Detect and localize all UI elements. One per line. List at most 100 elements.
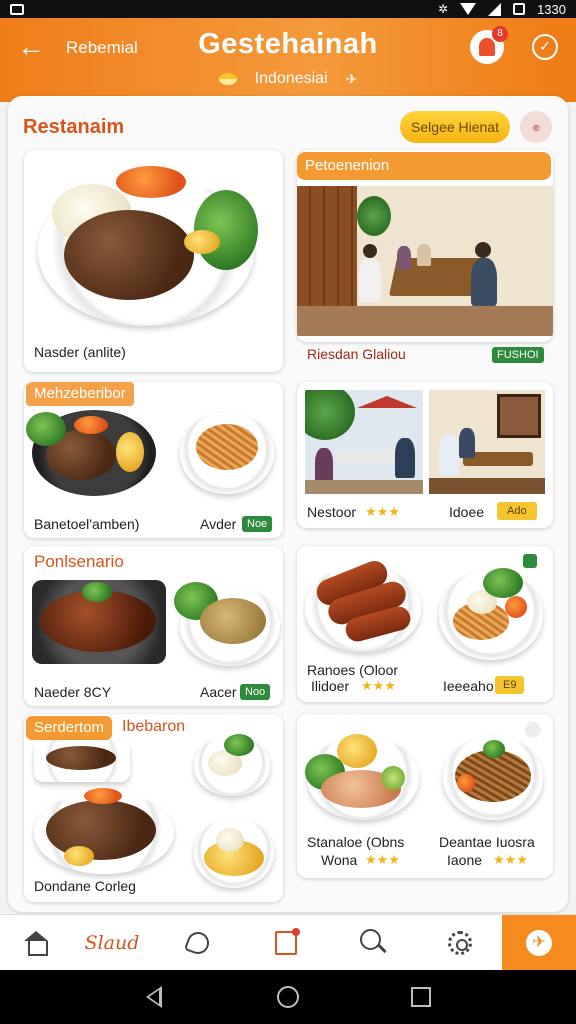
- system-back-icon[interactable]: [146, 986, 162, 1008]
- system-nav-bar: [0, 970, 576, 1024]
- dish-card-2-badge: Noe: [242, 516, 273, 532]
- nav-text-item[interactable]: Slaud: [76, 915, 148, 971]
- dish-card-6-right-label-2: Iaone: [447, 852, 483, 868]
- restaurant-card-2-badge: Ado: [497, 502, 537, 520]
- nav-home[interactable]: [8, 915, 64, 971]
- dish-card-6[interactable]: Stanaloe (Obns Wona ★★★ Deantae Iuosra I…: [297, 714, 553, 878]
- veg-badge: [523, 554, 537, 568]
- meat-food: [46, 746, 116, 770]
- check-circle-icon[interactable]: ✓: [532, 34, 558, 60]
- restaurant-card-2-left-label: Nestoor: [307, 504, 357, 520]
- signal-icon: [488, 2, 502, 16]
- corn-side: [184, 230, 220, 254]
- status-time: 1330: [537, 1, 566, 17]
- header-subtitle[interactable]: Indonesiai: [255, 70, 328, 88]
- dish-card-1-label: Nasder (anlite): [34, 344, 126, 360]
- dish-card-1[interactable]: Nasder (anlite): [24, 150, 283, 372]
- panel-title: Restanaim: [23, 116, 125, 138]
- filter-button[interactable]: ၜ: [520, 111, 552, 143]
- chat-icon: [183, 928, 213, 958]
- chili-garnish: [84, 788, 122, 804]
- edit-note-icon: [275, 928, 300, 955]
- restaurant-photo: [297, 186, 553, 336]
- dish-card-5[interactable]: Serdertom Ibebaron Dondane Corleg: [24, 714, 283, 902]
- notification-badge: 8: [492, 26, 508, 42]
- carrot-garnish: [116, 166, 186, 198]
- gear-icon: [448, 931, 472, 955]
- indoor-photo: [429, 390, 545, 494]
- outdoor-photo: [305, 390, 423, 494]
- flag-icon: [218, 73, 237, 85]
- nav-travel[interactable]: ✈: [502, 915, 576, 971]
- restaurant-card-1-tag: Petoenenion: [297, 152, 551, 180]
- restaurant-panel: Restanaim Selgee Hienat ၜ Nasder (anlite…: [8, 96, 568, 912]
- status-bar: ✲ 1330: [0, 0, 576, 18]
- dish-card-2-left-label: Banetoel'amben): [34, 516, 140, 532]
- app-header: ← Rebemial Gestehainah Indonesiai ✈ 8 ✓: [0, 18, 576, 102]
- rating-stars: ★★★: [365, 504, 400, 519]
- subtitle-row: Indonesiai ✈: [0, 70, 576, 88]
- dish-card-4-left-label-1: Ranoes (Oloor: [307, 662, 399, 678]
- restaurant-card-1[interactable]: Petoenenion: [297, 150, 553, 342]
- restaurant-card-2-right-label: Idoee: [449, 504, 485, 520]
- more-icon[interactable]: [525, 722, 541, 738]
- select-menu-button[interactable]: Selgee Hienat: [400, 111, 510, 143]
- nav-edit[interactable]: [258, 915, 314, 971]
- nav-search[interactable]: [346, 915, 402, 971]
- fritter-food: [337, 734, 377, 768]
- rating-stars: ★★★: [361, 678, 396, 693]
- greens-garnish: [26, 412, 66, 446]
- bluetooth-icon: ✲: [438, 2, 449, 16]
- dish-card-5-tag: Serdertom: [26, 716, 113, 740]
- search-icon: [360, 929, 388, 957]
- restaurant-card-2[interactable]: Nestoor ★★★ Idoee Ado: [297, 382, 553, 528]
- dish-card-3[interactable]: Ponlsenario Naeder 8CY Aacer Noo: [24, 546, 283, 706]
- notification-button[interactable]: 8: [470, 26, 508, 64]
- dish-card-2-tag: Mehzeberibor: [26, 382, 134, 406]
- meat-food: [46, 800, 156, 860]
- notification-dot: [292, 928, 300, 936]
- dish-card-6-left-label-1: Stanaloe (Obns: [307, 834, 405, 850]
- nav-chat[interactable]: [170, 915, 226, 971]
- dish-card-6-right-label-1: Deantae Iuosra: [439, 834, 535, 850]
- carrot-garnish: [74, 416, 108, 434]
- dish-card-6-left-label-2: Wona: [321, 852, 358, 868]
- dish-card-4-left-label-2: Ilidoer: [311, 678, 350, 694]
- restaurant-card-1-badge: FUSHOI: [492, 347, 544, 363]
- potato-side: [64, 846, 94, 866]
- screenshot-icon: [10, 3, 24, 15]
- dish-card-4[interactable]: Ranoes (Oloor Ilidoer ★★★ Ieeeaho E9: [297, 546, 553, 702]
- rating-stars: ★★★: [493, 852, 528, 867]
- tomato-garnish: [457, 774, 475, 792]
- dish-card-5-heading: Ibebaron: [122, 718, 186, 735]
- rating-stars: ★★★: [365, 852, 400, 867]
- dish-card-3-left-label: Naeder 8CY: [34, 684, 112, 700]
- herb-garnish: [82, 582, 112, 602]
- tomato-garnish: [505, 596, 527, 618]
- lime-side: [381, 766, 405, 790]
- system-recents-icon[interactable]: [411, 987, 431, 1007]
- status-icons: ✲ 1330: [438, 2, 566, 17]
- bottom-nav: Slaud ✈: [0, 914, 576, 971]
- home-icon: [23, 931, 49, 956]
- noodle-food: [196, 424, 258, 470]
- wifi-icon: [460, 3, 477, 15]
- dish-card-2[interactable]: Mehzeberibor Banetoel'amben) Avder Noe: [24, 382, 283, 538]
- plane-icon: ✈: [526, 930, 552, 956]
- egg-side: [116, 432, 144, 472]
- greens-garnish: [483, 740, 505, 758]
- satay-food: [200, 598, 266, 644]
- dish-card-3-right-label: Aacer: [200, 684, 237, 700]
- dish-card-4-right-label: Ieeeaho: [443, 678, 494, 694]
- dish-card-3-badge: Noo: [240, 684, 271, 700]
- dish-card-2-right-label: Avder: [200, 516, 237, 532]
- dish-card-4-badge: E9: [495, 676, 525, 694]
- greens-garnish: [483, 568, 523, 598]
- greens-garnish: [224, 734, 254, 756]
- nav-settings[interactable]: [432, 915, 488, 971]
- meat-food: [64, 210, 194, 300]
- sim-icon: [513, 3, 526, 15]
- system-home-icon[interactable]: [277, 986, 299, 1008]
- dish-card-5-label: Dondane Corleg: [34, 878, 136, 894]
- plane-icon: ✈: [345, 70, 358, 87]
